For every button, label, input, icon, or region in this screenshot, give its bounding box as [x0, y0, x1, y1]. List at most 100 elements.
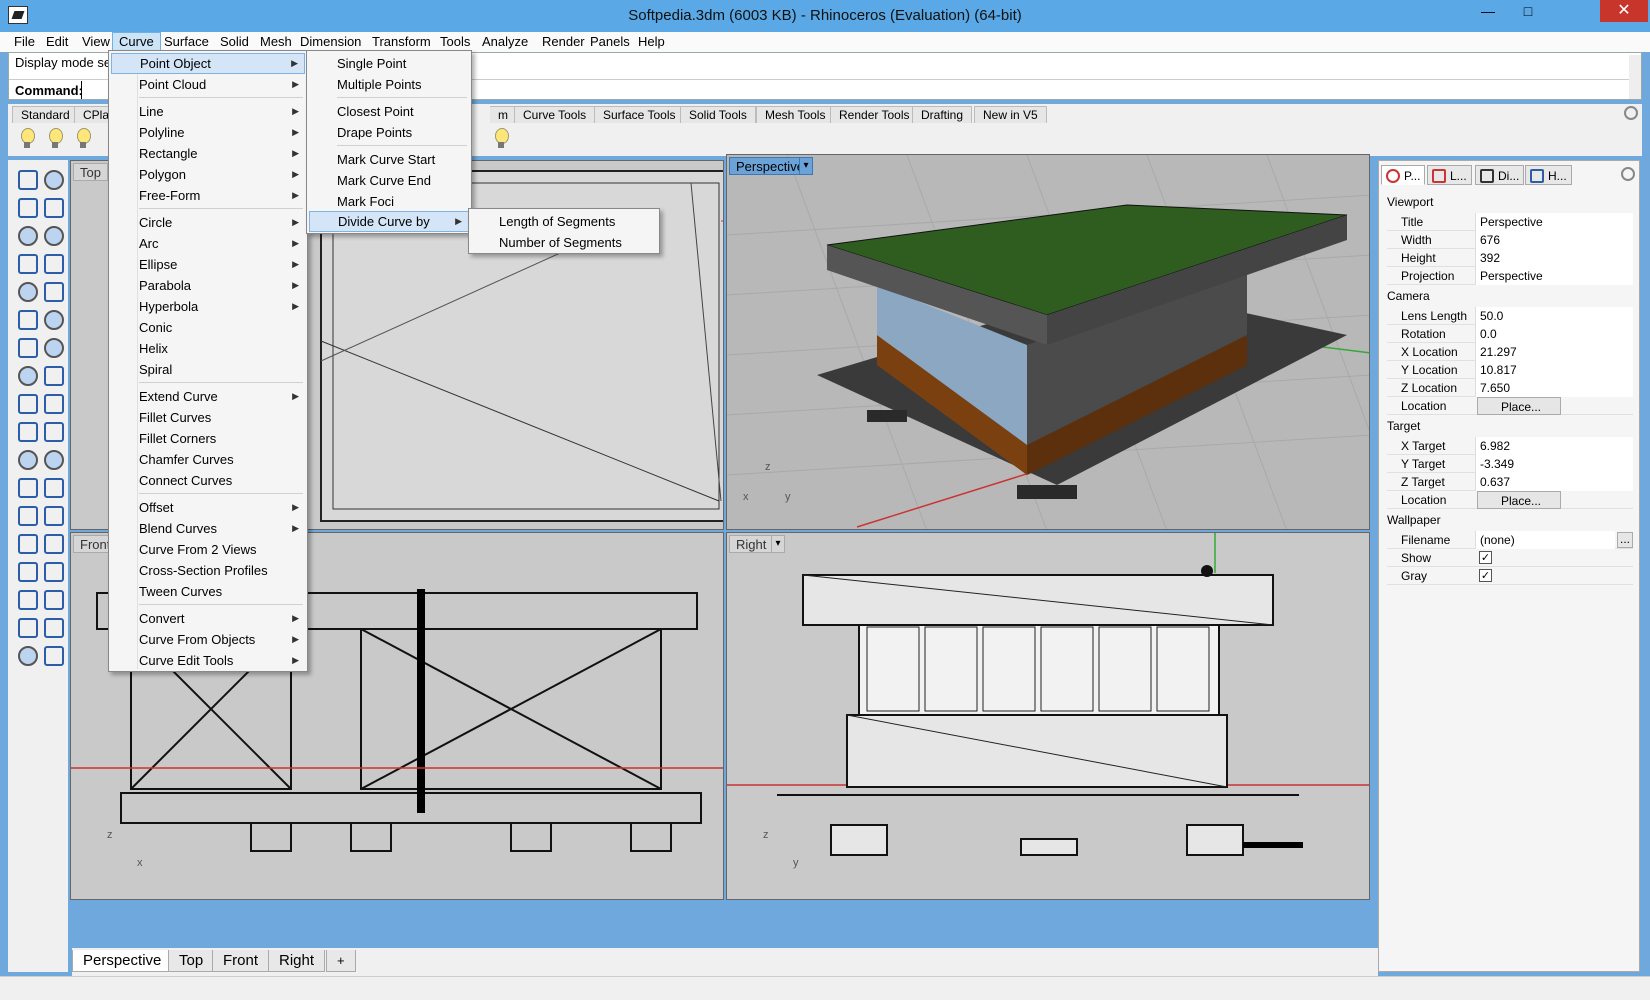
menu-item-convert[interactable]: Convert ▶	[111, 608, 305, 629]
analyze-tool-icon[interactable]	[14, 614, 38, 638]
menu-item-offset[interactable]: Offset ▶	[111, 497, 305, 518]
array-tool-icon[interactable]	[14, 530, 38, 554]
title-field[interactable]: Perspective	[1475, 213, 1633, 231]
menu-analyze[interactable]: Analyze	[476, 32, 534, 52]
menu-mesh[interactable]: Mesh	[254, 32, 298, 52]
menu-curve[interactable]: Curve	[112, 32, 161, 52]
browse-button[interactable]: ...	[1617, 532, 1633, 548]
scale-tool-icon[interactable]	[40, 502, 64, 526]
box-tool-icon[interactable]	[14, 334, 38, 358]
viewport-right-dropdown-icon[interactable]: ▾	[771, 535, 785, 553]
width-field[interactable]: 676	[1475, 231, 1633, 249]
viewport-right-label[interactable]: Right	[729, 535, 774, 553]
menu-edit[interactable]: Edit	[40, 32, 74, 52]
arc-tool-icon[interactable]	[14, 278, 38, 302]
menu-surface[interactable]: Surface	[158, 32, 215, 52]
tab-solid-tools[interactable]: Solid Tools	[680, 106, 756, 123]
menu-item-curve-from-2-views[interactable]: Curve From 2 Views	[111, 539, 305, 560]
rotate-tool-icon[interactable]	[14, 474, 38, 498]
tab-perspective[interactable]: Perspective	[72, 950, 173, 972]
menu-item-helix[interactable]: Helix	[111, 338, 305, 359]
join-tool-icon[interactable]	[40, 418, 64, 442]
tab-display[interactable]: Di...	[1475, 165, 1525, 185]
menu-item-connect-curves[interactable]: Connect Curves	[111, 470, 305, 491]
menu-item-curve-from-objects[interactable]: Curve From Objects ▶	[111, 629, 305, 650]
render-tool-icon[interactable]	[14, 642, 38, 666]
add-viewport-tab-button[interactable]: +	[326, 950, 356, 972]
tab-transform-partial[interactable]: m	[490, 106, 517, 123]
trim-tool-icon[interactable]	[40, 390, 64, 414]
menu-item-curve-edit-tools[interactable]: Curve Edit Tools ▶	[111, 650, 305, 671]
group-tool-icon[interactable]	[40, 446, 64, 470]
menu-item-cross-section-profiles[interactable]: Cross-Section Profiles	[111, 560, 305, 581]
filename-field[interactable]: (none)	[1475, 531, 1615, 549]
menu-item-ellipse[interactable]: Ellipse ▶	[111, 254, 305, 275]
menu-item-closest-point[interactable]: Closest Point	[309, 101, 469, 122]
tab-mesh-tools[interactable]: Mesh Tools	[756, 106, 835, 123]
tab-properties[interactable]: P...	[1381, 165, 1426, 185]
rotation-field[interactable]: 0.0	[1475, 325, 1633, 343]
menu-item-point-object[interactable]: Point Object ▶	[111, 53, 305, 74]
menu-item-polygon[interactable]: Polygon ▶	[111, 164, 305, 185]
y-location-field[interactable]: 10.817	[1475, 361, 1633, 379]
menu-item-line[interactable]: Line ▶	[111, 101, 305, 122]
edit-tool-icon[interactable]	[40, 530, 64, 554]
menu-item-parabola[interactable]: Parabola ▶	[111, 275, 305, 296]
light-bulb-icon[interactable]	[44, 126, 66, 152]
panel-settings-icon[interactable]	[1621, 167, 1635, 181]
viewport-right[interactable]: Right ▾ z y	[726, 532, 1370, 900]
menu-item-drape-points[interactable]: Drape Points	[309, 122, 469, 143]
menu-item-single-point[interactable]: Single Point	[309, 53, 469, 74]
tab-curve-tools[interactable]: Curve Tools	[514, 106, 596, 123]
menu-render[interactable]: Render	[536, 32, 591, 52]
sphere-tool-icon[interactable]	[40, 334, 64, 358]
tab-right[interactable]: Right	[268, 950, 326, 972]
explode-tool-icon[interactable]	[14, 390, 38, 414]
menu-item-rectangle[interactable]: Rectangle ▶	[111, 143, 305, 164]
show-checkbox[interactable]: ✓	[1479, 551, 1492, 564]
cylinder-tool-icon[interactable]	[14, 362, 38, 386]
menu-item-blend-curves[interactable]: Blend Curves ▶	[111, 518, 305, 539]
move-tool-icon[interactable]	[40, 474, 64, 498]
light-bulb-icon[interactable]	[16, 126, 38, 152]
viewport-perspective[interactable]: Perspective ▾ z x y	[726, 154, 1370, 530]
point-tool-icon[interactable]	[40, 166, 64, 190]
menu-item-hyperbola[interactable]: Hyperbola ▶	[111, 296, 305, 317]
menu-solid[interactable]: Solid	[214, 32, 255, 52]
x-target-field[interactable]: 6.982	[1475, 437, 1633, 455]
menu-dimension[interactable]: Dimension	[294, 32, 367, 52]
mesh-tool-icon[interactable]	[40, 362, 64, 386]
viewport-perspective-dropdown-icon[interactable]: ▾	[799, 157, 813, 175]
loft-tool-icon[interactable]	[40, 306, 64, 330]
menu-panels[interactable]: Panels	[584, 32, 636, 52]
menu-tools[interactable]: Tools	[434, 32, 476, 52]
menu-item-circle[interactable]: Circle ▶	[111, 212, 305, 233]
menu-item-mark-foci[interactable]: Mark Foci	[309, 191, 469, 212]
menu-item-polyline[interactable]: Polyline ▶	[111, 122, 305, 143]
grid-array-tool-icon[interactable]	[14, 586, 38, 610]
viewport-top-label[interactable]: Top	[73, 163, 108, 181]
tab-standard[interactable]: Standard	[12, 106, 79, 123]
z-location-field[interactable]: 7.650	[1475, 379, 1633, 397]
tab-layers[interactable]: L...	[1427, 165, 1472, 185]
gray-checkbox[interactable]: ✓	[1479, 569, 1492, 582]
dimension-tool-icon[interactable]	[40, 558, 64, 582]
menu-transform[interactable]: Transform	[366, 32, 437, 52]
maximize-button[interactable]: □	[1508, 0, 1548, 22]
x-location-field[interactable]: 21.297	[1475, 343, 1633, 361]
menu-view[interactable]: View	[76, 32, 116, 52]
tab-render-tools[interactable]: Render Tools	[830, 106, 919, 123]
rectangle-tool-icon[interactable]	[40, 250, 64, 274]
polygon-tool-icon[interactable]	[14, 250, 38, 274]
menu-item-length-of-segments[interactable]: Length of Segments	[471, 211, 657, 232]
menu-file[interactable]: File	[8, 32, 41, 52]
menu-item-conic[interactable]: Conic	[111, 317, 305, 338]
z-target-field[interactable]: 0.637	[1475, 473, 1633, 491]
surface-tool-icon[interactable]	[14, 306, 38, 330]
split-tool-icon[interactable]	[14, 418, 38, 442]
polyline-tool-icon[interactable]	[14, 194, 38, 218]
camera-place-button[interactable]: Place...	[1477, 397, 1561, 415]
menu-item-extend-curve[interactable]: Extend Curve ▶	[111, 386, 305, 407]
light-bulb-icon[interactable]	[490, 126, 512, 152]
tab-top[interactable]: Top	[168, 950, 215, 972]
